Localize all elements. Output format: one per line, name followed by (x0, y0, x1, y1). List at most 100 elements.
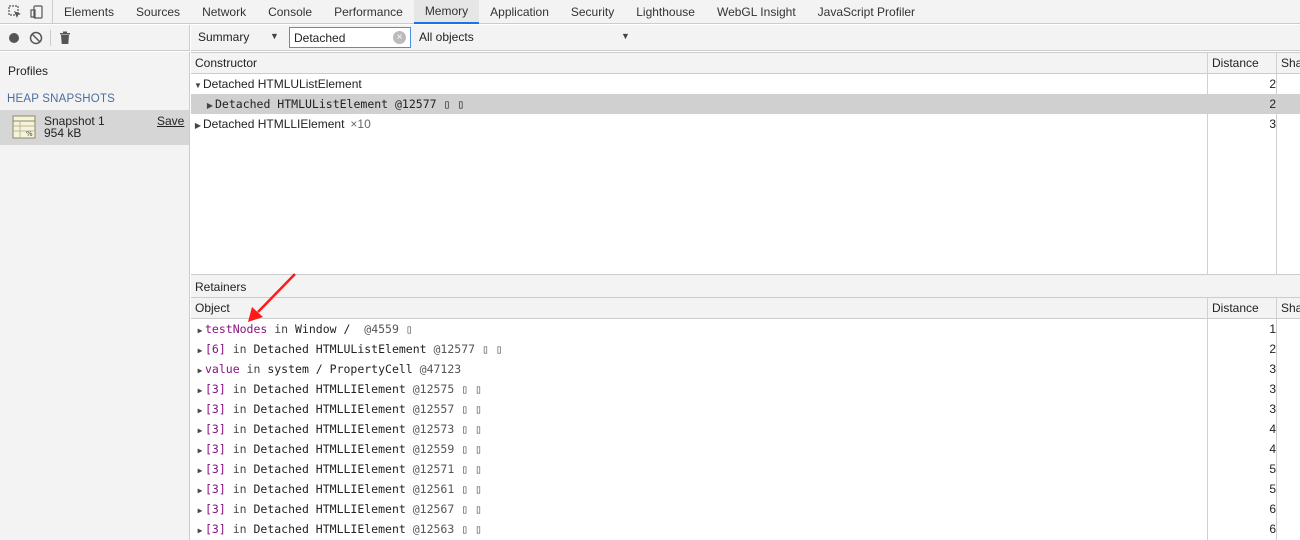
retainer-in-label: in (225, 502, 254, 516)
retainer-distance-value: 3 (1269, 382, 1276, 396)
retainer-in-label: in (225, 342, 254, 356)
retainer-row[interactable]: ▶ [6] in Detached HTMLUListElement @12577… (191, 339, 1300, 359)
profiles-sidebar: Profiles HEAP SNAPSHOTS % Snapshot 1 954… (0, 52, 190, 540)
shallow-size-column-header[interactable]: Sha (1277, 53, 1300, 74)
retainer-distance-value: 4 (1269, 422, 1276, 436)
clear-icon[interactable] (28, 30, 44, 46)
tab-lighthouse[interactable]: Lighthouse (625, 0, 706, 24)
retainer-property: [3] (205, 382, 226, 396)
tab-console[interactable]: Console (257, 0, 323, 24)
expand-triangle-icon[interactable]: ▶ (205, 96, 215, 116)
retainer-object: Detached HTMLLIElement (253, 522, 413, 536)
tab-sources[interactable]: Sources (125, 0, 191, 24)
tab-webgl-insight[interactable]: WebGL Insight (706, 0, 807, 24)
save-snapshot-link[interactable]: Save (157, 114, 184, 128)
retainer-distance-value: 5 (1269, 462, 1276, 476)
expand-triangle-icon[interactable]: ▶ (193, 116, 203, 136)
tab-network[interactable]: Network (191, 0, 257, 24)
retainer-object-id: @12573 ▯ ▯ (412, 422, 482, 436)
retainer-property: [3] (205, 522, 226, 536)
retainer-in-label: in (225, 402, 254, 416)
class-filter-input[interactable] (294, 31, 390, 45)
objects-select-caret-icon[interactable]: ▼ (621, 31, 630, 41)
retainer-row[interactable]: ▶ [3] in Detached HTMLLIElement @12559 ▯ … (191, 439, 1300, 459)
retainer-object: Detached HTMLLIElement (253, 462, 413, 476)
retainer-row[interactable]: ▶ [3] in Detached HTMLLIElement @12575 ▯ … (191, 379, 1300, 399)
record-icon[interactable] (6, 30, 22, 46)
retainer-object: Detached HTMLLIElement (253, 502, 413, 516)
expand-triangle-icon[interactable]: ▶ (195, 421, 205, 441)
retainer-object-id: @47123 (419, 362, 462, 376)
tab-performance[interactable]: Performance (323, 0, 414, 24)
retainer-object-id: @4559 ▯ (364, 322, 413, 336)
retainer-row[interactable]: ▶ testNodes in Window / @4559 ▯ 1 (191, 319, 1300, 339)
retainer-distance-value: 6 (1269, 522, 1276, 536)
expand-triangle-icon[interactable]: ▶ (195, 321, 205, 341)
summary-grid-header: Constructor Distance Sha (191, 52, 1300, 74)
trash-icon[interactable] (57, 30, 73, 46)
retainer-object-id: @12561 ▯ ▯ (412, 482, 482, 496)
expand-triangle-icon[interactable]: ▶ (195, 461, 205, 481)
retainer-object: Detached HTMLLIElement (253, 442, 413, 456)
retainer-row[interactable]: ▶ [3] in Detached HTMLLIElement @12573 ▯ … (191, 419, 1300, 439)
retainers-title: Retainers (195, 280, 247, 294)
device-toolbar-icon[interactable] (29, 4, 45, 20)
retainer-property: [6] (205, 342, 226, 356)
retainer-distance-column-header[interactable]: Distance (1208, 298, 1259, 319)
retainer-in-label: in (225, 462, 254, 476)
class-filter-box[interactable]: × (289, 27, 411, 48)
retainer-object-id: @12559 ▯ ▯ (412, 442, 482, 456)
tab-elements[interactable]: Elements (53, 0, 125, 24)
retainer-distance-value: 2 (1269, 342, 1276, 356)
retainer-object-id: @12571 ▯ ▯ (412, 462, 482, 476)
retainer-object-id: @12557 ▯ ▯ (412, 402, 482, 416)
retainer-object: Detached HTMLLIElement (253, 402, 413, 416)
retainer-row[interactable]: ▶ [3] in Detached HTMLLIElement @12557 ▯ … (191, 399, 1300, 419)
distance-value: 3 (1269, 117, 1276, 131)
summary-row[interactable]: ▶ Detached HTMLLIElement ×10 3 (191, 114, 1300, 134)
view-select-caret-icon[interactable]: ▼ (270, 31, 279, 41)
object-column-header[interactable]: Object (191, 298, 230, 319)
retainer-property: value (205, 362, 240, 376)
retainer-row[interactable]: ▶ [3] in Detached HTMLLIElement @12571 ▯ … (191, 459, 1300, 479)
collapse-triangle-icon[interactable]: ▼ (193, 76, 203, 96)
expand-triangle-icon[interactable]: ▶ (195, 401, 205, 421)
expand-triangle-icon[interactable]: ▶ (195, 341, 205, 361)
constructor-name: Detached HTMLUListElement (203, 77, 362, 91)
distance-value: 2 (1269, 97, 1276, 111)
tab-security[interactable]: Security (560, 0, 625, 24)
retainer-row[interactable]: ▶ [3] in Detached HTMLLIElement @12567 ▯ … (191, 499, 1300, 519)
distance-column-header[interactable]: Distance (1208, 53, 1259, 74)
expand-triangle-icon[interactable]: ▶ (195, 361, 205, 381)
expand-triangle-icon[interactable]: ▶ (195, 381, 205, 401)
retainer-distance-value: 3 (1269, 402, 1276, 416)
tab-javascript-profiler[interactable]: JavaScript Profiler (807, 0, 926, 24)
retainer-row[interactable]: ▶ [3] in Detached HTMLLIElement @12563 ▯ … (191, 519, 1300, 539)
tab-application[interactable]: Application (479, 0, 560, 24)
constructor-column-header[interactable]: Constructor (191, 53, 257, 74)
profiles-title: Profiles (8, 64, 49, 78)
expand-triangle-icon[interactable]: ▶ (195, 521, 205, 540)
retainer-shallow-column-header[interactable]: Sha (1277, 298, 1300, 319)
retainer-row[interactable]: ▶ [3] in Detached HTMLLIElement @12561 ▯ … (191, 479, 1300, 499)
summary-row[interactable]: ▶ Detached HTMLUListElement @12577 ▯ ▯ 2 (191, 94, 1300, 114)
expand-triangle-icon[interactable]: ▶ (195, 501, 205, 521)
distance-value: 2 (1269, 77, 1276, 91)
retainer-in-label: in (225, 522, 254, 536)
expand-triangle-icon[interactable]: ▶ (195, 481, 205, 501)
retainer-object: Window / (295, 322, 365, 336)
summary-row[interactable]: ▼Detached HTMLUListElement 2 (191, 74, 1300, 94)
panel-tabs: Elements Sources Network Console Performance… (53, 0, 926, 24)
retainer-in-label: in (225, 382, 254, 396)
view-select[interactable]: Summary (198, 30, 249, 44)
snapshot-item[interactable]: % Snapshot 1 954 kB Save (0, 110, 189, 145)
retainer-row[interactable]: ▶ value in system / PropertyCell @47123 3 (191, 359, 1300, 379)
retainer-in-label: in (239, 362, 268, 376)
profiles-toolbar (0, 25, 190, 51)
tab-memory[interactable]: Memory (413, 0, 480, 24)
inspect-element-icon[interactable] (7, 4, 23, 20)
objects-select[interactable]: All objects (419, 30, 474, 44)
retainer-in-label: in (225, 422, 254, 436)
expand-triangle-icon[interactable]: ▶ (195, 441, 205, 461)
clear-filter-icon[interactable]: × (393, 31, 406, 44)
